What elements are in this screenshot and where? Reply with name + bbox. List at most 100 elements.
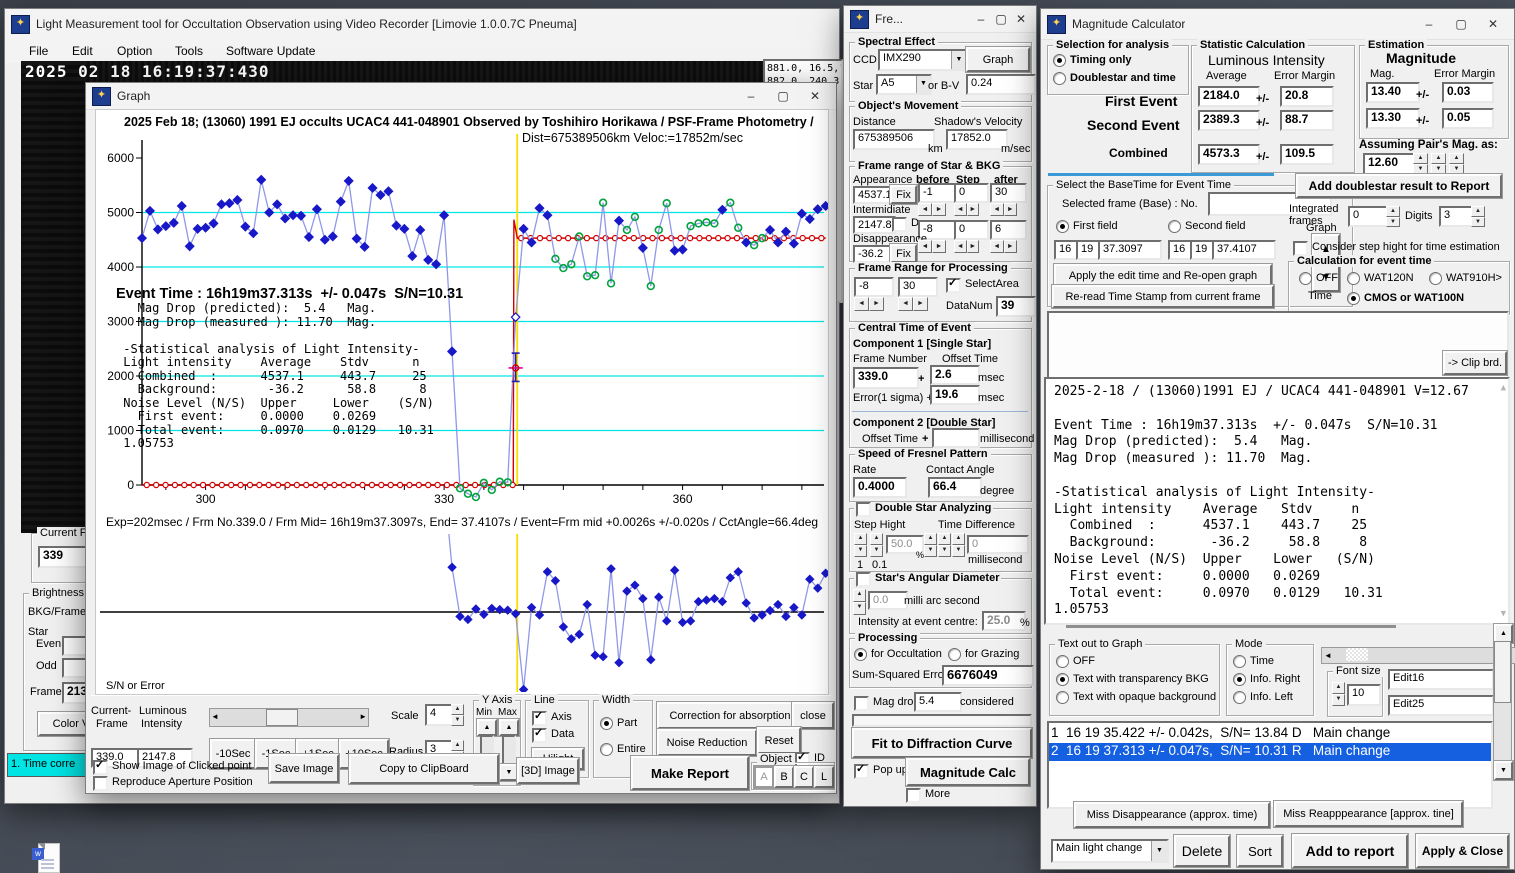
- angular-field[interactable]: 0.0: [868, 591, 908, 610]
- mag2-field[interactable]: 13.30: [1366, 108, 1420, 129]
- popup-checkbox[interactable]: Pop up: [854, 763, 908, 779]
- mag-drop-field[interactable]: 5.4: [914, 692, 962, 712]
- bv-field[interactable]: 0.24: [966, 74, 1036, 95]
- selectarea-checkbox[interactable]: SelectArea: [946, 277, 1019, 293]
- proc-end-field[interactable]: 30: [898, 277, 938, 297]
- appearance-fix-button[interactable]: Fix: [889, 184, 918, 205]
- assuming-mag-field[interactable]: 12.60: [1363, 153, 1417, 175]
- consider-step-checkbox[interactable]: Consider step hight for time estimation: [1293, 241, 1500, 256]
- copy-clipboard-button[interactable]: Copy to ClipBoard: [348, 753, 500, 785]
- step-stepper-01[interactable]: ▲ ▼: [870, 533, 883, 557]
- double-star-checkbox[interactable]: Double Star Analyzing: [854, 502, 994, 517]
- dropdown-icon[interactable]: ▼: [951, 51, 966, 69]
- dis-before-stepper[interactable]: ◄ ►: [918, 240, 946, 253]
- mag2-err-field[interactable]: 0.05: [1442, 108, 1494, 129]
- correction-absorption-button[interactable]: Correction for absorption: [656, 701, 804, 730]
- angular-diameter-checkbox[interactable]: Star's Angular Diameter: [854, 572, 1002, 587]
- menu-tools[interactable]: Tools: [175, 45, 203, 57]
- proc-start-stepper[interactable]: ◄ ►: [854, 297, 884, 311]
- rate-field[interactable]: 0.4000: [853, 477, 907, 498]
- make-report-button[interactable]: Make Report: [630, 755, 750, 791]
- dropdown-icon[interactable]: ▼: [1151, 841, 1167, 861]
- reproduce-aperture-checkbox[interactable]: Reproduce Aperture Position: [93, 776, 253, 791]
- result-memo[interactable]: 2025-2-18 / (13060)1991 EJ / UCAC4 441-0…: [1044, 377, 1510, 625]
- after-field[interactable]: 30: [990, 183, 1027, 203]
- assuming-stepper-3[interactable]: ▲ ▼: [1449, 153, 1464, 175]
- second-field-radio[interactable]: Second field: [1168, 220, 1246, 233]
- memo-hscrollbar[interactable]: [1066, 625, 1396, 628]
- save-image-button[interactable]: Save Image: [268, 753, 340, 784]
- second-err-field[interactable]: 88.7: [1280, 110, 1334, 131]
- ymax-slider[interactable]: [502, 735, 516, 765]
- maximize-button[interactable]: ▢: [992, 9, 1010, 29]
- for-occultation-radio[interactable]: for Occultation: [854, 648, 942, 661]
- calc-wat910-radio[interactable]: WAT910H>: [1429, 272, 1502, 285]
- close-button[interactable]: ✕: [1478, 14, 1508, 34]
- event-list-item-selected[interactable]: 2 16 19 37.313 +/- 0.047s, S/N= 10.31 R …: [1049, 743, 1491, 761]
- datanum-field[interactable]: 39: [996, 296, 1036, 317]
- delete-button[interactable]: Delete: [1173, 834, 1231, 868]
- first-err-field[interactable]: 20.8: [1280, 86, 1334, 107]
- mag1-field[interactable]: 13.40: [1366, 82, 1420, 103]
- sse-field[interactable]: 6676049: [942, 665, 1034, 686]
- edit25-field[interactable]: Edit25: [1388, 695, 1494, 716]
- time-difference-field[interactable]: 0: [967, 535, 1029, 554]
- data-checkbox[interactable]: Data: [532, 727, 574, 743]
- miss-reappearance-button[interactable]: Miss Reapppearance [approx. tine]: [1273, 800, 1464, 828]
- reset-button[interactable]: Reset: [756, 726, 802, 755]
- add-doublestar-button[interactable]: Add doublestar result to Report: [1295, 173, 1503, 199]
- offset-time-field[interactable]: 2.6: [930, 365, 980, 385]
- fit-diffraction-button[interactable]: Fit to Diffraction Curve: [851, 727, 1033, 759]
- video-frame-left[interactable]: [21, 61, 87, 533]
- sort-button[interactable]: Sort: [1236, 834, 1284, 868]
- time1-s[interactable]: 37.3097: [1098, 240, 1162, 260]
- edit16-field[interactable]: Edit16: [1388, 669, 1494, 690]
- offset2-field[interactable]: [932, 428, 980, 448]
- menu-edit[interactable]: Edit: [72, 45, 93, 57]
- textout-off-radio[interactable]: OFF: [1056, 655, 1095, 668]
- after-stepper[interactable]: ◄ ►: [990, 203, 1017, 216]
- mag1-err-field[interactable]: 0.03: [1442, 82, 1494, 103]
- object-c-button[interactable]: C: [793, 765, 815, 789]
- timing-only-radio[interactable]: Timing only: [1053, 54, 1132, 67]
- object-a-button[interactable]: A: [753, 765, 775, 789]
- mode-time-radio[interactable]: Time: [1233, 655, 1274, 668]
- error-sigma-field[interactable]: 19.6: [930, 385, 980, 405]
- doublestar-time-radio[interactable]: Doublestar and time: [1053, 72, 1176, 85]
- axis-checkbox[interactable]: Axis: [532, 710, 572, 726]
- combined-err-field[interactable]: 109.5: [1280, 144, 1334, 165]
- desktop-document-icon[interactable]: w: [32, 843, 60, 873]
- apply-close-button[interactable]: Apply & Close: [1415, 833, 1510, 869]
- textout-opaque-radio[interactable]: Text with opaque background: [1056, 691, 1216, 704]
- apply-edit-time-button[interactable]: Apply the edit time and Re-open graph: [1053, 263, 1273, 288]
- light-change-select[interactable]: Main light change ▼: [1051, 839, 1169, 863]
- ymax-down-button[interactable]: ▼: [498, 763, 520, 782]
- proc-end-stepper[interactable]: ◄ ►: [898, 297, 928, 311]
- timediff-stepper-a[interactable]: ▲ ▼: [924, 533, 937, 557]
- calc-cmos-radio[interactable]: CMOS or WAT100N: [1347, 292, 1464, 305]
- calc-off-radio[interactable]: OFF: [1299, 272, 1338, 285]
- 3d-image-button[interactable]: [3D] Image: [516, 757, 580, 785]
- graph-pos-scrollbar[interactable]: ◄ ►: [1321, 647, 1515, 664]
- font-size-stepper[interactable]: ▲ ▼: [1332, 682, 1345, 706]
- dis-step-stepper[interactable]: ◄ ►: [954, 240, 979, 253]
- noise-reduction-button[interactable]: Noise Reduction: [656, 728, 758, 757]
- intermediate-field[interactable]: 2147.8: [853, 216, 896, 234]
- maximize-button[interactable]: ▢: [1446, 14, 1476, 34]
- proc-start-field[interactable]: -8: [854, 277, 894, 297]
- residual-plot[interactable]: [96, 534, 828, 692]
- close-button[interactable]: ✕: [800, 86, 830, 106]
- menu-file[interactable]: File: [29, 45, 48, 57]
- before-stepper[interactable]: ◄ ►: [918, 203, 946, 216]
- dis-after-stepper[interactable]: ◄ ►: [990, 240, 1017, 253]
- add-to-report-button[interactable]: Add to report: [1291, 833, 1409, 869]
- font-size-field[interactable]: 10: [1347, 684, 1381, 706]
- ymax-up-button[interactable]: ▲: [498, 718, 520, 737]
- step-stepper-1[interactable]: ▲ ▼: [854, 533, 867, 557]
- maximize-button[interactable]: ▢: [768, 86, 798, 106]
- contact-angle-field[interactable]: 66.4: [928, 477, 982, 498]
- timediff-stepper-b[interactable]: ▲ ▼: [938, 533, 951, 557]
- before-field[interactable]: -1: [918, 183, 956, 203]
- second-avg-field[interactable]: 2389.3: [1198, 110, 1260, 131]
- velocity-field[interactable]: 17852.0: [946, 129, 1008, 150]
